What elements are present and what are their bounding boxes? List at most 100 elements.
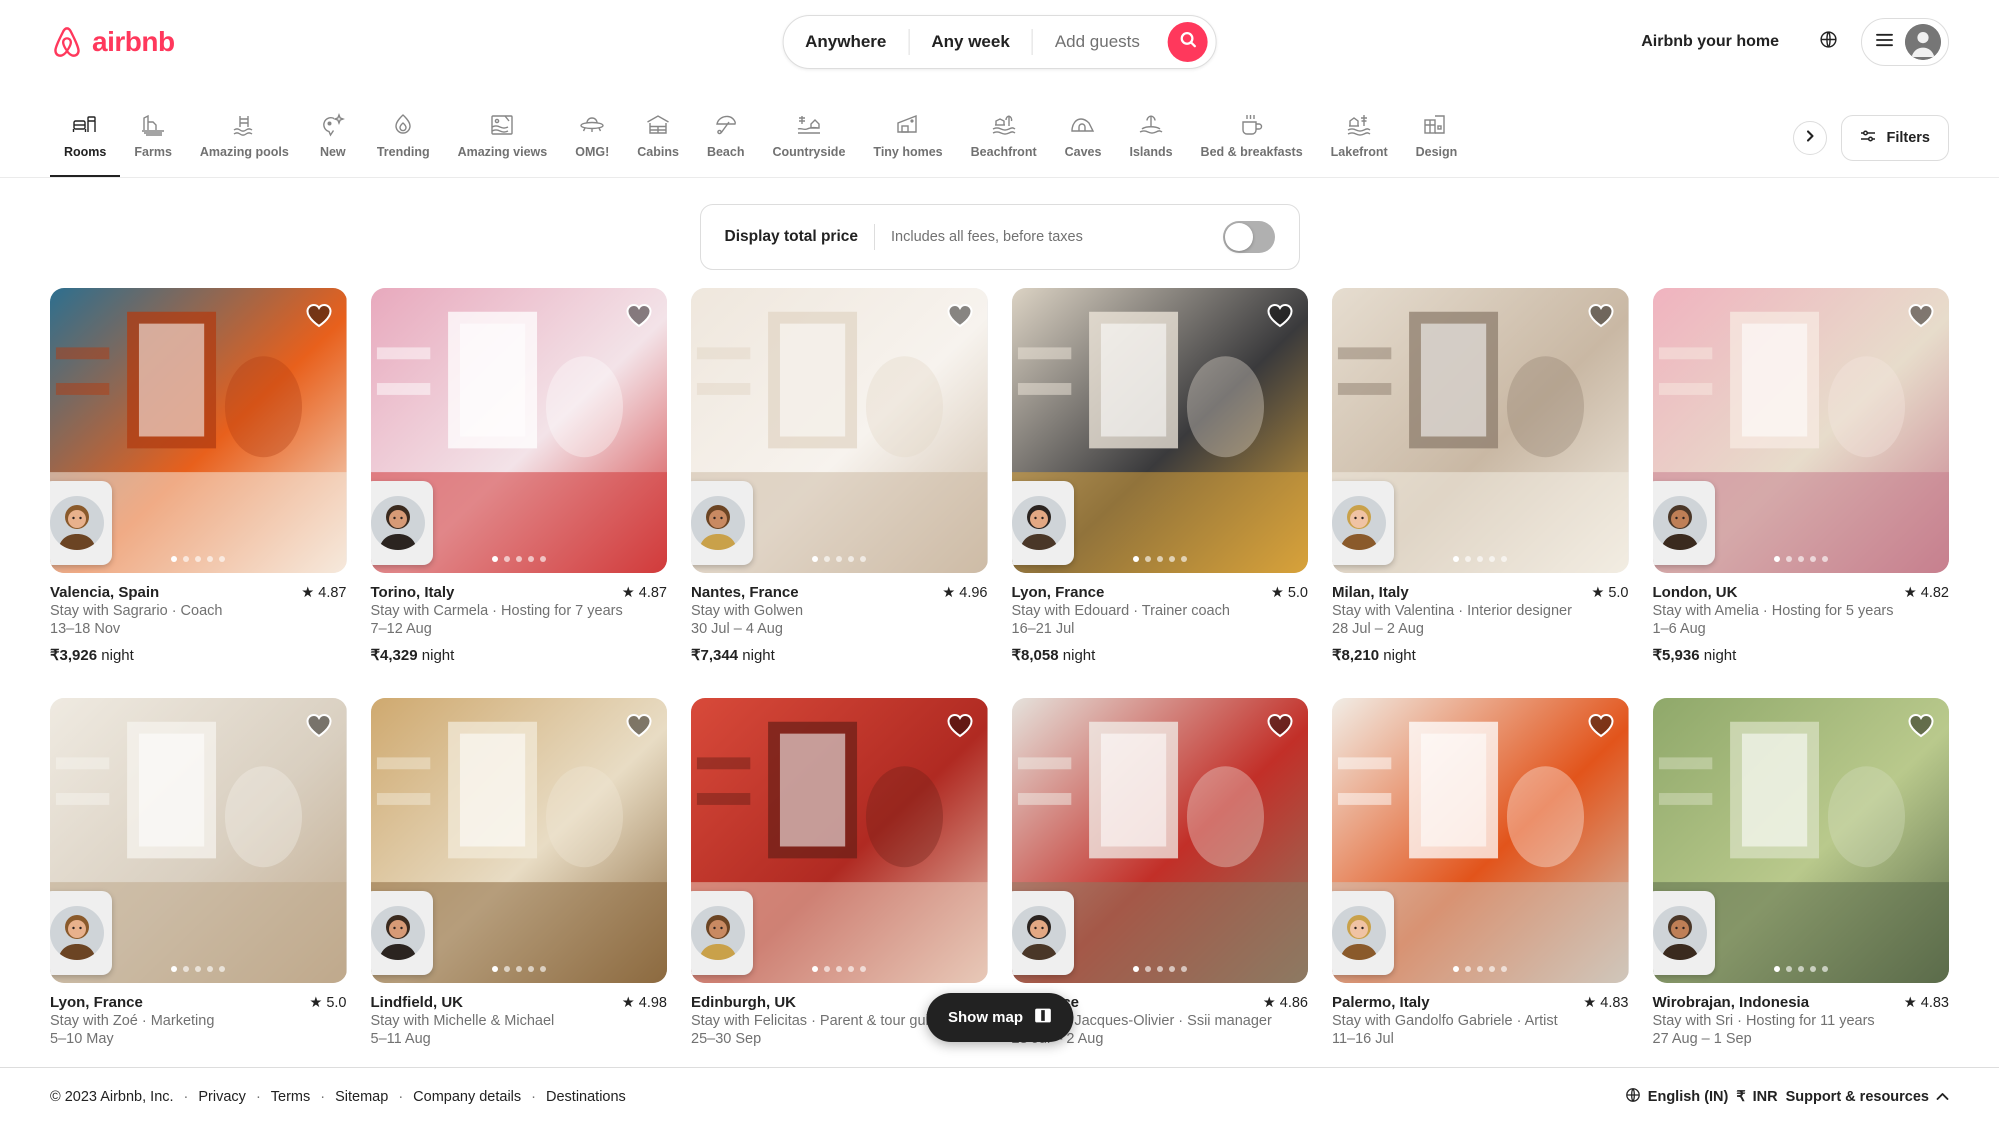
favorite-heart-icon[interactable] [1587, 712, 1615, 743]
carousel-dot[interactable] [539, 966, 546, 973]
footer-support-resources[interactable]: Support & resources [1786, 1089, 1949, 1105]
category-trending[interactable]: Trending [363, 102, 444, 177]
carousel-dot[interactable] [1809, 966, 1816, 973]
listing-card[interactable]: London, UK ★ 4.82 Stay with Amelia · Host… [1652, 288, 1949, 664]
carousel-dot[interactable] [1180, 966, 1187, 973]
carousel-dot[interactable] [1453, 966, 1460, 973]
search-dates[interactable]: Any week [909, 16, 1031, 68]
carousel-dot[interactable] [219, 966, 226, 973]
carousel-dot[interactable] [1797, 556, 1804, 563]
footer-link-privacy[interactable]: Privacy [198, 1089, 246, 1105]
show-map-button[interactable]: Show map [925, 993, 1074, 1042]
carousel-dot[interactable] [1168, 966, 1175, 973]
favorite-heart-icon[interactable] [1907, 712, 1935, 743]
carousel-dot[interactable] [1156, 556, 1163, 563]
carousel-dot[interactable] [207, 966, 214, 973]
carousel-dot[interactable] [219, 556, 226, 563]
carousel-dot[interactable] [539, 556, 546, 563]
footer-link-terms[interactable]: Terms [271, 1089, 310, 1105]
carousel-dot[interactable] [1797, 966, 1804, 973]
listing-card[interactable]: Milan, Italy ★ 5.0 Stay with Valentina · … [1332, 288, 1629, 664]
carousel-dot[interactable] [1465, 966, 1472, 973]
carousel-dot[interactable] [515, 966, 522, 973]
category-islands[interactable]: Islands [1115, 102, 1186, 177]
carousel-dot[interactable] [1132, 556, 1139, 563]
listing-image[interactable] [50, 288, 347, 574]
category-caves[interactable]: Caves [1051, 102, 1116, 177]
carousel-dot[interactable] [527, 556, 534, 563]
carousel-dot[interactable] [1477, 556, 1484, 563]
footer-link-sitemap[interactable]: Sitemap [335, 1089, 388, 1105]
category-new[interactable]: New [303, 102, 363, 177]
favorite-heart-icon[interactable] [1587, 302, 1615, 333]
category-next-button[interactable] [1793, 121, 1828, 155]
airbnb-your-home-link[interactable]: Airbnb your home [1625, 21, 1795, 63]
search-location[interactable]: Anywhere [783, 16, 908, 68]
search-bar[interactable]: Anywhere Any week Add guests [782, 15, 1217, 69]
carousel-dot[interactable] [183, 556, 190, 563]
carousel-dot[interactable] [1785, 556, 1792, 563]
favorite-heart-icon[interactable] [625, 712, 653, 743]
carousel-dot[interactable] [848, 966, 855, 973]
category-bed-and-breakfasts[interactable]: Bed & breakfasts [1187, 102, 1317, 177]
carousel-dot[interactable] [1821, 966, 1828, 973]
listing-card[interactable]: Lyon, France ★ 5.0 Stay with Edouard · Tr… [1011, 288, 1308, 664]
carousel-dot[interactable] [1489, 966, 1496, 973]
listing-image[interactable] [1332, 288, 1629, 574]
carousel-dot[interactable] [1773, 556, 1780, 563]
category-tiny-homes[interactable]: Tiny homes [859, 102, 956, 177]
carousel-dot[interactable] [171, 556, 178, 563]
search-guests[interactable]: Add guests [1033, 16, 1162, 68]
favorite-heart-icon[interactable] [1907, 302, 1935, 333]
category-beach[interactable]: Beach [693, 102, 759, 177]
carousel-dot[interactable] [1156, 966, 1163, 973]
display-total-price-toggle[interactable] [1222, 221, 1275, 253]
carousel-dot[interactable] [1809, 556, 1816, 563]
carousel-dot[interactable] [503, 556, 510, 563]
carousel-dot[interactable] [1477, 966, 1484, 973]
listing-image[interactable] [691, 698, 988, 984]
category-amazing-pools[interactable]: Amazing pools [186, 102, 303, 177]
favorite-heart-icon[interactable] [305, 302, 333, 333]
listing-card[interactable]: Palermo, Italy ★ 4.83 Stay with Gandolfo … [1332, 698, 1629, 1073]
carousel-dot[interactable] [1785, 966, 1792, 973]
listing-image[interactable] [1011, 698, 1308, 984]
category-design[interactable]: Design [1402, 102, 1472, 177]
footer-currency-selector[interactable]: ₹ INR [1736, 1089, 1777, 1105]
favorite-heart-icon[interactable] [1266, 712, 1294, 743]
carousel-dot[interactable] [1168, 556, 1175, 563]
category-countryside[interactable]: Countryside [758, 102, 859, 177]
carousel-dot[interactable] [860, 966, 867, 973]
carousel-dot[interactable] [812, 966, 819, 973]
carousel-dot[interactable] [836, 966, 843, 973]
listing-card[interactable]: Wirobrajan, Indonesia ★ 4.83 Stay with Sr… [1652, 698, 1949, 1073]
listing-image[interactable] [1332, 698, 1629, 984]
carousel-dot[interactable] [515, 556, 522, 563]
footer-link-destinations[interactable]: Destinations [546, 1089, 626, 1105]
carousel-dot[interactable] [491, 966, 498, 973]
carousel-dot[interactable] [848, 556, 855, 563]
listing-image[interactable] [370, 698, 667, 984]
listing-card[interactable]: Torino, Italy ★ 4.87 Stay with Carmela · … [370, 288, 667, 664]
category-omg[interactable]: OMG! [561, 102, 623, 177]
carousel-dot[interactable] [1465, 556, 1472, 563]
favorite-heart-icon[interactable] [305, 712, 333, 743]
favorite-heart-icon[interactable] [946, 302, 974, 333]
footer-language-selector[interactable]: English (IN) [1625, 1087, 1728, 1107]
carousel-dot[interactable] [812, 556, 819, 563]
user-menu-button[interactable] [1861, 18, 1949, 66]
search-button[interactable] [1167, 22, 1208, 62]
listing-image[interactable] [1011, 288, 1308, 574]
carousel-dot[interactable] [207, 556, 214, 563]
carousel-dot[interactable] [527, 966, 534, 973]
carousel-dot[interactable] [195, 556, 202, 563]
category-lakefront[interactable]: Lakefront [1317, 102, 1402, 177]
listing-image[interactable] [50, 698, 347, 984]
carousel-dot[interactable] [836, 556, 843, 563]
favorite-heart-icon[interactable] [946, 712, 974, 743]
favorite-heart-icon[interactable] [625, 302, 653, 333]
carousel-dot[interactable] [824, 556, 831, 563]
category-cabins[interactable]: Cabins [623, 102, 693, 177]
category-farms[interactable]: Farms [120, 102, 186, 177]
carousel-dot[interactable] [1821, 556, 1828, 563]
